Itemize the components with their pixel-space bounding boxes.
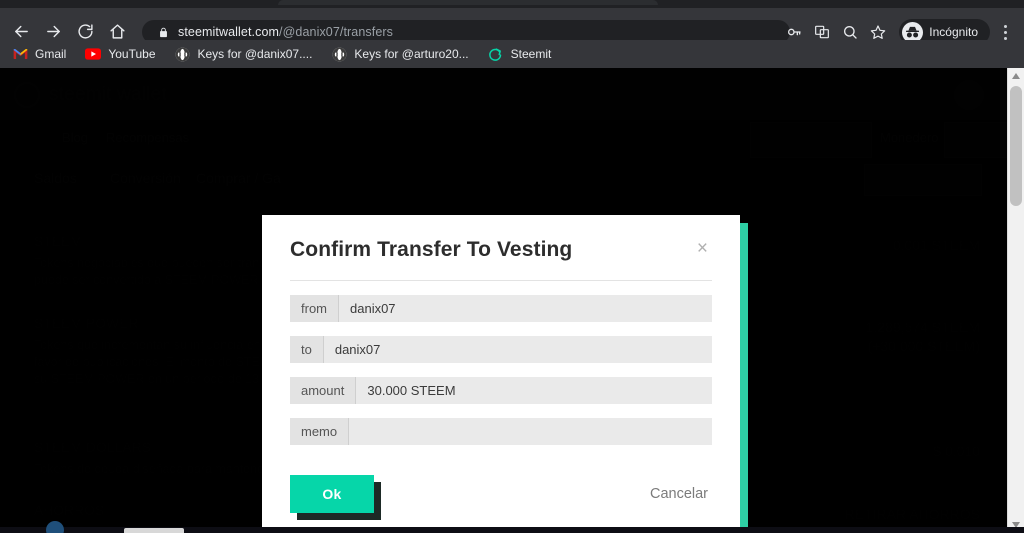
bookmark-label: YouTube — [108, 47, 156, 61]
bookmark-keys-danix07[interactable]: Keys for @danix07.... — [175, 46, 313, 62]
field-value: danix07 — [339, 295, 712, 322]
incognito-label: Incógnito — [929, 25, 978, 39]
gmail-icon — [12, 46, 28, 62]
taskbar-window-button[interactable] — [124, 528, 184, 533]
bookmark-label: Gmail — [35, 47, 67, 61]
youtube-icon — [85, 46, 102, 62]
browser-toolbar: steemitwallet.com/@danix07/transfers Inc… — [0, 8, 1024, 45]
cancel-button[interactable]: Cancelar — [650, 486, 708, 502]
bookmark-keys-arturo20[interactable]: Keys for @arturo20... — [331, 46, 469, 62]
globe-icon — [175, 46, 191, 62]
bookmark-youtube[interactable]: YouTube — [85, 46, 156, 62]
taskbar-orb-icon[interactable] — [46, 521, 64, 533]
modal-title: Confirm Transfer To Vesting — [290, 238, 573, 261]
scrollbar-thumb[interactable] — [1010, 86, 1022, 206]
field-label: amount — [290, 377, 357, 404]
bookmarks-bar: Gmail YouTube Keys for @danix07.... Keys… — [0, 40, 1024, 68]
steemit-icon — [488, 46, 504, 62]
active-tab[interactable] — [278, 0, 658, 5]
field-label: from — [290, 295, 339, 322]
ok-button[interactable]: Ok — [290, 475, 374, 513]
field-from: from danix07 — [290, 295, 712, 322]
confirm-transfer-modal: Confirm Transfer To Vesting × from danix… — [262, 215, 740, 533]
field-value: 30.000 STEEM — [356, 377, 712, 404]
browser-tab-strip — [0, 0, 1024, 8]
field-value: danix07 — [323, 336, 712, 363]
scroll-up-icon[interactable] — [1008, 68, 1024, 84]
url-text: steemitwallet.com/@danix07/transfers — [178, 25, 393, 39]
bookmark-steemit[interactable]: Steemit — [488, 46, 552, 62]
globe-icon — [331, 46, 347, 62]
os-taskbar — [0, 521, 1024, 533]
page-scrollbar[interactable] — [1007, 68, 1024, 533]
url-host: steemitwallet.com — [178, 25, 280, 39]
bookmark-label: Keys for @arturo20... — [354, 47, 469, 61]
bookmark-label: Steemit — [510, 47, 552, 61]
close-icon[interactable]: × — [693, 237, 712, 260]
modal-divider — [290, 280, 712, 281]
field-label: to — [290, 336, 324, 363]
url-path: /@danix07/transfers — [279, 25, 393, 39]
lock-icon — [154, 23, 172, 41]
screen: steemitwallet.com/@danix07/transfers Inc… — [0, 0, 1024, 533]
ok-button-wrap: Ok — [290, 475, 381, 520]
field-label: memo — [290, 418, 350, 445]
field-value — [349, 418, 712, 445]
field-amount: amount 30.000 STEEM — [290, 377, 712, 404]
field-to: to danix07 — [290, 336, 712, 363]
field-memo: memo — [290, 418, 712, 445]
page-viewport: steemit wallet Blog Recompensas Monedero… — [0, 68, 1024, 533]
bookmark-gmail[interactable]: Gmail — [12, 46, 66, 62]
bookmark-label: Keys for @danix07.... — [197, 47, 313, 61]
modal-actions: Ok Cancelar — [290, 475, 712, 520]
